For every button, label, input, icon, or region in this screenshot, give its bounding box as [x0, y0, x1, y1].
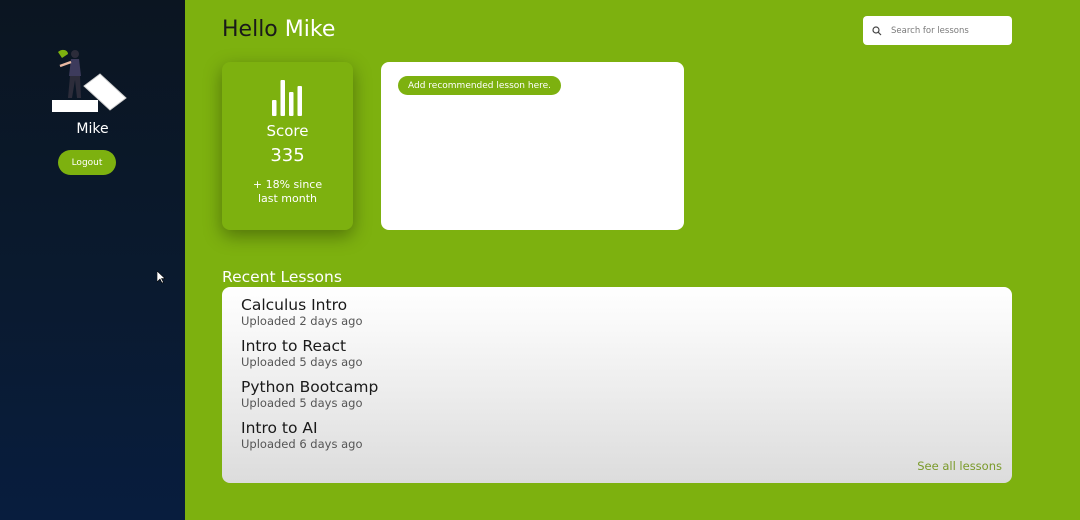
sidebar: Mike Logout: [0, 0, 185, 520]
list-item[interactable]: Intro to AI Uploaded 6 days ago: [241, 419, 362, 451]
mouse-cursor-icon: [157, 271, 165, 284]
list-item[interactable]: Intro to React Uploaded 5 days ago: [241, 337, 362, 369]
search-box[interactable]: [863, 16, 1012, 45]
lesson-upload-time: Uploaded 5 days ago: [241, 355, 363, 369]
greeting-prefix: Hello: [222, 17, 278, 42]
list-item[interactable]: Calculus Intro Uploaded 2 days ago: [241, 296, 362, 328]
search-icon: [872, 25, 882, 35]
avatar-illustration: [52, 49, 127, 112]
score-card: Score 335 + 18% since last month: [222, 62, 353, 230]
score-label: Score: [266, 122, 309, 140]
lesson-upload-time: Uploaded 6 days ago: [241, 437, 363, 451]
list-item[interactable]: Python Bootcamp Uploaded 5 days ago: [241, 378, 378, 410]
lesson-upload-time: Uploaded 5 days ago: [241, 396, 363, 410]
page-title: Hello Mike: [222, 17, 335, 42]
recent-lessons-heading: Recent Lessons: [222, 268, 342, 286]
score-delta: + 18% since last month: [252, 178, 323, 205]
lesson-title: Intro to React: [241, 337, 347, 355]
search-input[interactable]: [891, 25, 1001, 36]
lesson-title: Python Bootcamp: [241, 378, 379, 396]
bar-chart-icon: [272, 80, 302, 116]
recommended-lesson-badge[interactable]: Add recommended lesson here.: [398, 76, 562, 95]
main-content: Hello Mike Score 335 + 18% since last mo…: [185, 0, 1080, 520]
see-all-lessons-link[interactable]: See all lessons: [917, 459, 1002, 473]
lesson-title: Calculus Intro: [241, 296, 348, 314]
lesson-title: Intro to AI: [241, 419, 318, 437]
recent-lessons-list: Calculus Intro Uploaded 2 days ago Intro…: [222, 287, 1012, 483]
lesson-upload-time: Uploaded 2 days ago: [241, 314, 363, 328]
logout-button[interactable]: Logout: [58, 150, 116, 175]
sidebar-username: Mike: [76, 121, 109, 137]
recommended-lesson-card: Add recommended lesson here.: [381, 62, 684, 230]
score-value: 335: [270, 145, 305, 166]
greeting-name: Mike: [284, 17, 336, 42]
